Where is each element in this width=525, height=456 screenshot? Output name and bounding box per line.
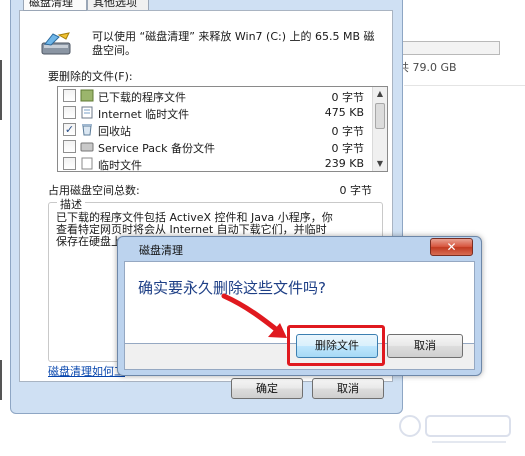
watermark-logo-icon (399, 415, 511, 443)
divider (404, 85, 525, 86)
description-title: 描述 (57, 196, 85, 212)
recycle-bin-icon (82, 124, 92, 136)
window-edge (0, 60, 2, 120)
window-edge (0, 360, 2, 400)
file-name: Service Pack 备份文件 (98, 142, 215, 155)
file-checkbox[interactable] (63, 157, 76, 170)
cancel-button[interactable]: 取消 (312, 378, 384, 399)
file-name: 已下载的程序文件 (98, 91, 186, 104)
close-button[interactable]: ✕ (430, 238, 473, 256)
file-name: 回收站 (98, 125, 131, 138)
file-size: 0 字节 (331, 142, 365, 155)
confirm-question: 确实要永久删除这些文件吗? (138, 279, 326, 297)
ok-button[interactable]: 确定 (231, 378, 303, 399)
tab-disk-cleanup[interactable]: 磁盘清理 (23, 0, 87, 11)
file-size: 239 KB (324, 157, 364, 170)
file-checkbox[interactable] (63, 89, 76, 102)
file-checkbox[interactable]: ✓ (63, 123, 76, 136)
file-size: 0 字节 (331, 91, 365, 104)
confirm-title: 磁盘清理 (139, 244, 183, 257)
file-checkbox[interactable] (63, 140, 76, 153)
scroll-down-icon[interactable]: ▼ (373, 157, 387, 171)
help-link[interactable]: 磁盘清理如何工 (48, 363, 125, 379)
drive-usage-bar (398, 41, 500, 55)
file-size: 475 KB (324, 106, 364, 119)
drive-total-size: 共 79.0 GB (398, 61, 457, 74)
confirm-cancel-button[interactable]: 取消 (387, 334, 463, 358)
list-item[interactable]: Service Pack 备份文件 0 字节 (58, 138, 374, 155)
disk-icon (80, 142, 94, 152)
file-list-scrollbar[interactable]: ▲ ▼ (372, 87, 387, 171)
disk-cleanup-icon (41, 32, 71, 55)
file-checkbox[interactable] (63, 106, 76, 119)
close-icon: ✕ (446, 240, 457, 254)
file-size: 0 字节 (331, 125, 365, 138)
files-to-delete-label: 要删除的文件(F): (48, 70, 133, 83)
file-list: 已下载的程序文件 0 字节 Internet 临时文件 475 KB ✓ 回收站… (57, 86, 388, 172)
annotation-highlight (287, 325, 385, 366)
total-space-value: 0 字节 (339, 184, 373, 197)
list-item[interactable]: Internet 临时文件 475 KB (58, 104, 374, 121)
list-item[interactable]: ✓ 回收站 0 字节 (58, 121, 374, 138)
file-name: 临时文件 (98, 159, 142, 172)
folder-icon (80, 89, 94, 102)
list-item[interactable]: 已下载的程序文件 0 字节 (58, 87, 374, 104)
scroll-thumb[interactable] (375, 103, 385, 129)
file-name: Internet 临时文件 (98, 108, 190, 121)
blank-file-icon (81, 157, 93, 170)
confirm-titlebar[interactable]: 磁盘清理 ✕ (118, 237, 481, 261)
list-item[interactable]: 临时文件 239 KB (58, 155, 374, 172)
intro-text: 可以使用 “磁盘清理” 来释放 Win7 (C:) 上的 65.5 MB 磁盘空… (92, 30, 375, 57)
web-page-icon (81, 106, 93, 119)
scroll-up-icon[interactable]: ▲ (373, 87, 387, 101)
